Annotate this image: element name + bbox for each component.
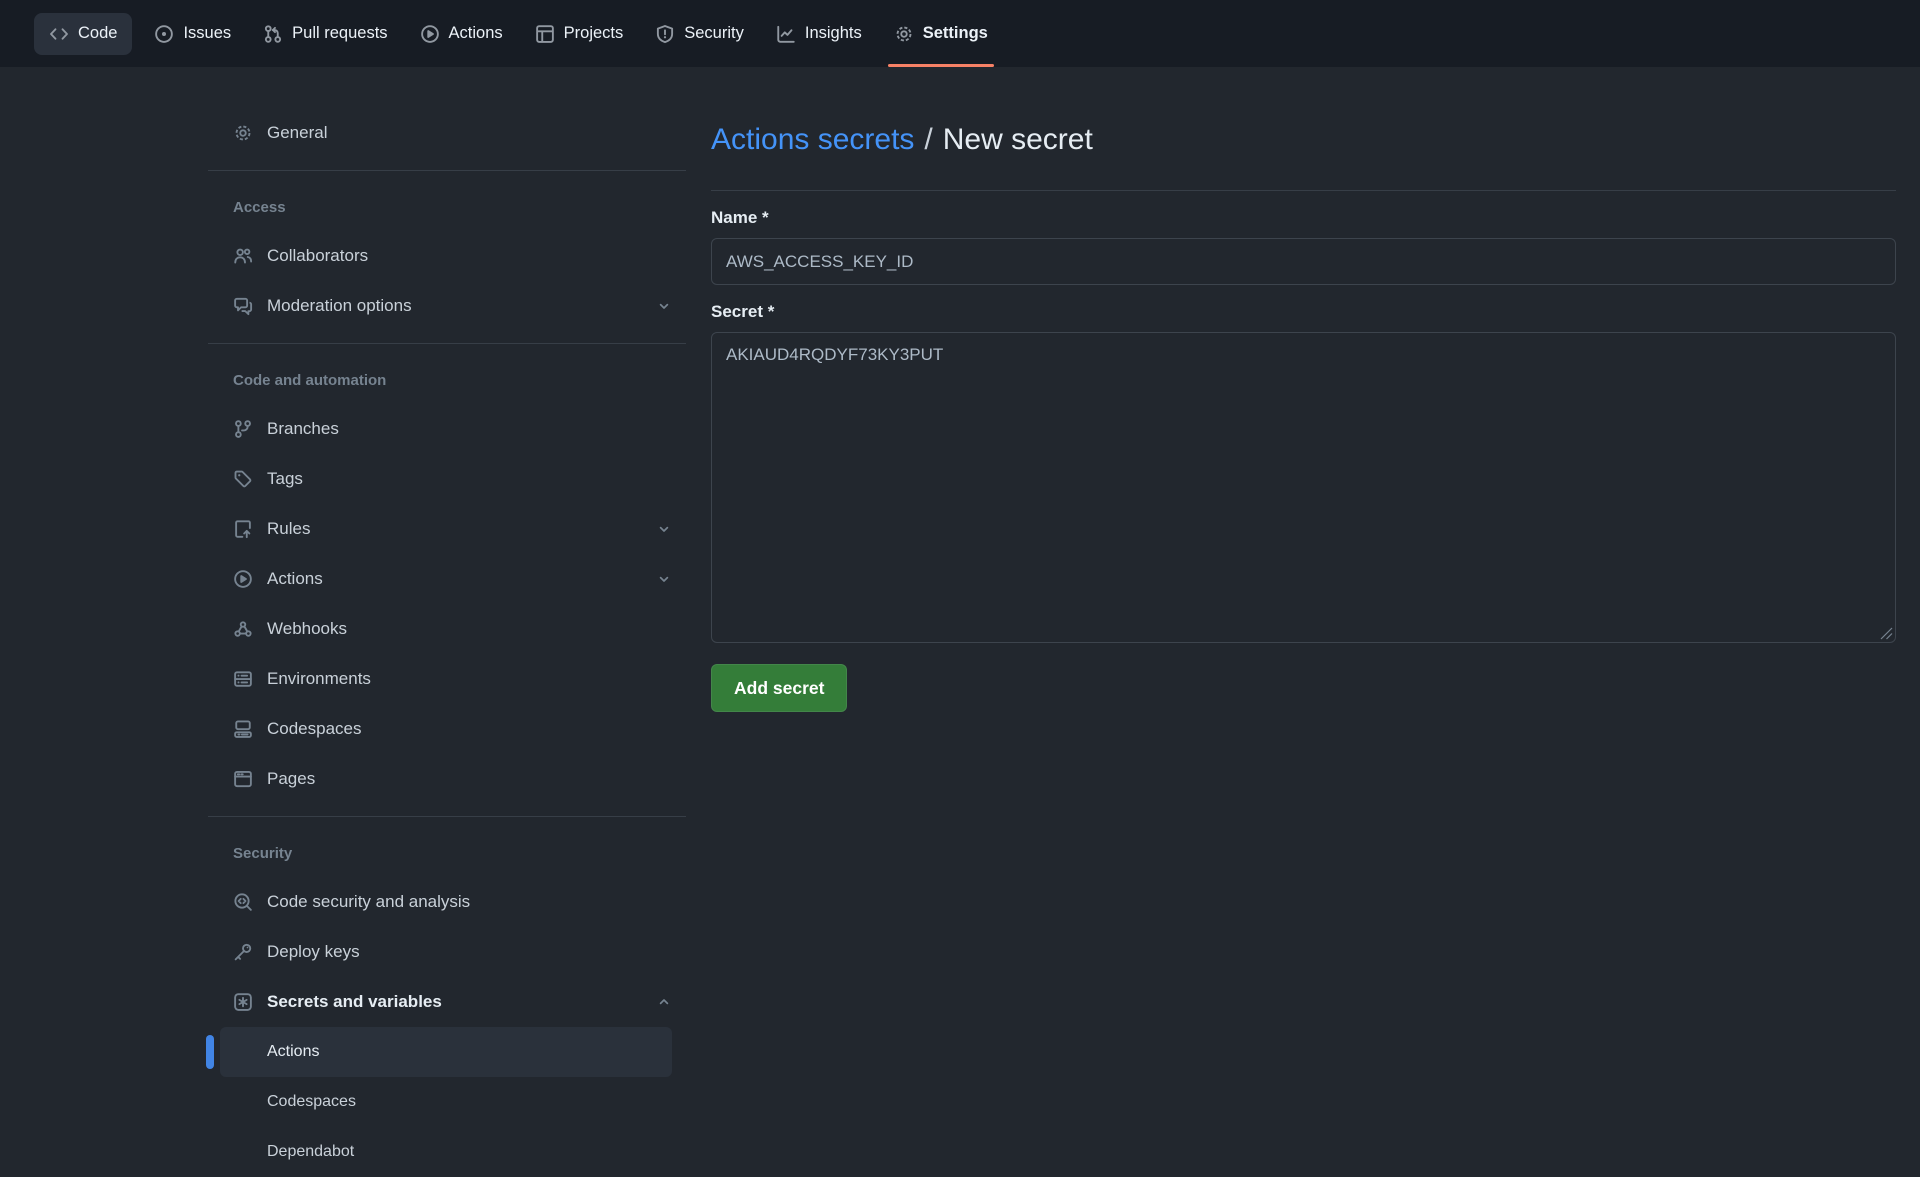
rules-icon [233,519,253,539]
sidebar-section-security: Security [208,829,686,877]
sidebar-item-rules[interactable]: Rules [208,504,686,554]
chevron-down-icon [656,298,672,314]
sidebar-item-label: Secrets and variables [267,992,442,1012]
sidebar-divider [208,170,686,171]
settings-sidebar: General Access Collaborators Moderation … [208,67,686,1177]
sidebar-item-moderation-options[interactable]: Moderation options [208,281,686,331]
sidebar-item-label: Collaborators [267,246,368,266]
secret-value-wrapper [711,332,1896,643]
gear-icon [233,123,253,143]
tab-settings[interactable]: Settings [884,0,998,67]
sidebar-item-label: General [267,123,327,143]
sidebar-item-label: Actions [267,569,323,589]
tab-label: Settings [923,24,988,43]
tab-label: Security [684,24,744,43]
tab-actions[interactable]: Actions [410,0,513,67]
tab-projects[interactable]: Projects [525,0,634,67]
codescan-icon [233,892,253,912]
sidebar-item-general[interactable]: General [208,108,686,158]
gear-icon [894,24,914,44]
key-asterisk-icon [233,992,253,1012]
tab-insights[interactable]: Insights [766,0,872,67]
tag-icon [233,469,253,489]
sidebar-item-deploy-keys[interactable]: Deploy keys [208,927,686,977]
secret-value-textarea[interactable] [711,332,1896,643]
issue-opened-icon [154,24,174,44]
sidebar-subitem-dependabot[interactable]: Dependabot [220,1127,672,1177]
sidebar-subitem-codespaces[interactable]: Codespaces [220,1077,672,1127]
tab-security[interactable]: Security [645,0,754,67]
git-pull-request-icon [263,24,283,44]
sidebar-subitem-actions-selected[interactable]: Actions [220,1027,672,1077]
sidebar-item-label: Tags [267,469,303,489]
sidebar-divider [208,816,686,817]
tab-label: Projects [564,24,624,43]
tab-label: Actions [449,24,503,43]
server-icon [233,669,253,689]
code-icon [49,24,69,44]
sidebar-item-webhooks[interactable]: Webhooks [208,604,686,654]
sidebar-item-secrets-and-variables[interactable]: Secrets and variables [208,977,686,1027]
table-icon [535,24,555,44]
actions-secrets-link[interactable]: Actions secrets [711,123,914,156]
sidebar-subitem-label: Dependabot [267,1143,354,1161]
page-title: Actions secrets / New secret [711,120,1896,160]
sidebar-item-label: Environments [267,669,371,689]
chevron-down-icon [656,521,672,537]
sidebar-item-label: Code security and analysis [267,892,470,912]
key-icon [233,942,253,962]
chevron-up-icon [656,994,672,1010]
shield-icon [655,24,675,44]
title-divider [711,190,1896,191]
sidebar-item-label: Codespaces [267,719,362,739]
tab-pull-requests[interactable]: Pull requests [253,0,397,67]
tab-label: Code [78,24,117,43]
sidebar-section-code-and-automation: Code and automation [208,356,686,404]
sidebar-item-actions[interactable]: Actions [208,554,686,604]
tab-issues[interactable]: Issues [144,0,241,67]
add-secret-button[interactable]: Add secret [711,664,847,712]
sidebar-subitem-label: Actions [267,1043,319,1061]
people-icon [233,246,253,266]
comment-discussion-icon [233,296,253,316]
repo-nav: Code Issues Pull requests Actions Projec… [0,0,1920,67]
selected-indicator-bar [206,1035,214,1069]
breadcrumb-separator: / [924,123,932,156]
sidebar-item-environments[interactable]: Environments [208,654,686,704]
git-branch-icon [233,419,253,439]
play-icon [420,24,440,44]
new-secret-panel: Actions secrets / New secret Name * Secret… [686,67,1920,712]
resize-grip-icon[interactable] [1880,627,1893,640]
sidebar-item-label: Webhooks [267,619,347,639]
sidebar-subitem-label: Codespaces [267,1093,356,1111]
play-icon [233,569,253,589]
sidebar-item-collaborators[interactable]: Collaborators [208,231,686,281]
webhook-icon [233,619,253,639]
sidebar-item-label: Rules [267,519,310,539]
codespaces-icon [233,719,253,739]
graph-icon [776,24,796,44]
sidebar-item-tags[interactable]: Tags [208,454,686,504]
sidebar-item-pages[interactable]: Pages [208,754,686,804]
tab-label: Insights [805,24,862,43]
sidebar-item-label: Moderation options [267,296,412,316]
sidebar-item-label: Deploy keys [267,942,360,962]
sidebar-item-branches[interactable]: Branches [208,404,686,454]
sidebar-item-label: Branches [267,419,339,439]
sidebar-divider [208,343,686,344]
tab-label: Pull requests [292,24,387,43]
chevron-down-icon [656,571,672,587]
secret-name-input[interactable] [711,238,1896,285]
page-title-current: New secret [943,123,1093,156]
tab-label: Issues [183,24,231,43]
sidebar-section-access: Access [208,183,686,231]
browser-icon [233,769,253,789]
sidebar-item-code-security-and-analysis[interactable]: Code security and analysis [208,877,686,927]
sidebar-item-codespaces[interactable]: Codespaces [208,704,686,754]
sidebar-item-label: Pages [267,769,315,789]
secret-label: Secret * [711,302,1896,324]
name-label: Name * [711,208,1896,230]
tab-code[interactable]: Code [34,13,132,55]
